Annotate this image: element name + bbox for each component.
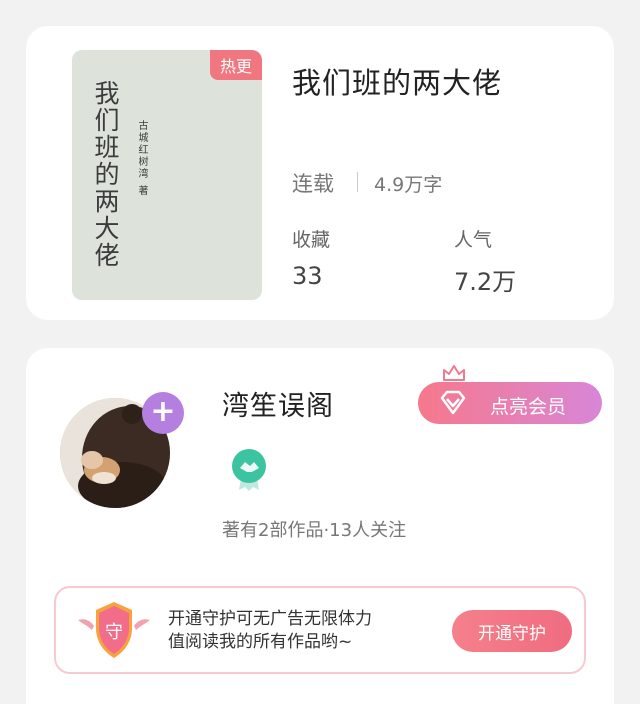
popularity-label: 人气 [454,229,493,251]
follow-author-button[interactable]: + [142,392,184,434]
author-meta: 著有2部作品·13人关注 [222,520,407,541]
author-card: + 湾笙误阁 著有2部作品·13人关注 点亮会员 守 开通守护可无广告无限体力 … [26,348,614,704]
guard-shield-text: 守 [105,622,123,643]
book-title: 我们班的两大佬 [292,66,503,100]
activate-vip-button[interactable]: 点亮会员 [418,382,602,424]
guard-promo-text: 开通守护可无广告无限体力 值阅读我的所有作品哟~ [168,608,372,654]
guard-line-2: 值阅读我的所有作品哟~ [168,632,353,652]
favorites-label: 收藏 [292,229,331,251]
divider [357,172,358,192]
author-medal-icon [232,449,266,491]
book-status: 连载 [292,172,334,196]
guard-promo-banner: 守 开通守护可无广告无限体力 值阅读我的所有作品哟~ 开通守护 [54,586,586,674]
crown-icon [443,365,465,381]
plus-icon: + [150,394,176,429]
book-cover[interactable]: 我们班的两大佬 古城红树湾 著 热更 [72,50,262,300]
guard-line-1: 开通守护可无广告无限体力 [168,609,372,629]
cover-author: 古城红树湾 著 [136,120,147,198]
diamond-icon [440,390,466,415]
book-info-card[interactable]: 我们班的两大佬 古城红树湾 著 热更 我们班的两大佬 连载 4.9万字 收藏 3… [26,26,614,320]
hot-update-badge: 热更 [210,50,262,80]
word-count: 4.9万字 [374,174,443,196]
popularity-value: 7.2万 [454,268,517,296]
activate-guard-button[interactable]: 开通守护 [452,610,572,652]
author-name: 湾笙误阁 [222,391,334,422]
guard-shield-icon: 守 [78,602,150,658]
favorites-value: 33 [292,262,323,290]
cover-title: 我们班的两大佬 [91,80,120,269]
vip-button-label: 点亮会员 [490,396,567,418]
